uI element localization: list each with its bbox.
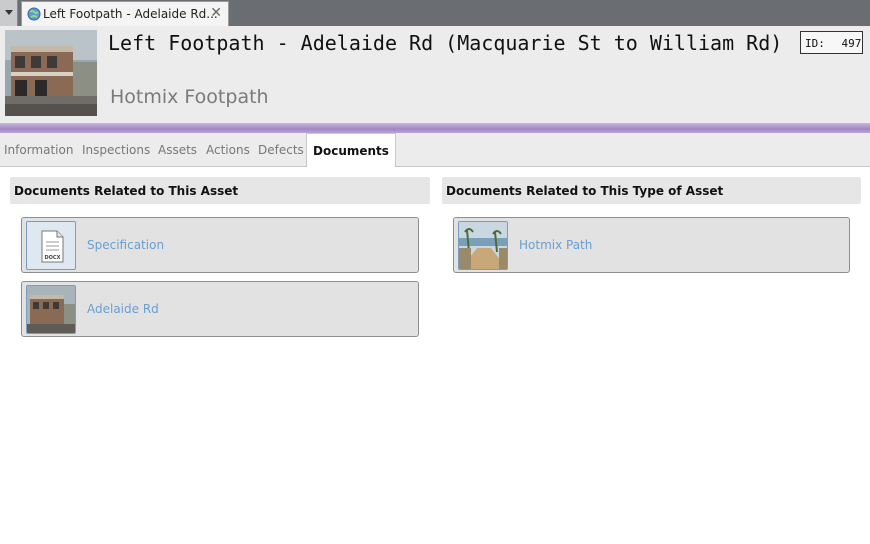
tab-documents[interactable]: Documents: [306, 133, 396, 167]
window-tab-strip: Left Footpath - Adelaide Rd... ✕: [0, 0, 870, 26]
asset-id-badge: ID: 497: [800, 31, 863, 54]
tab-defects[interactable]: Defects: [258, 143, 304, 157]
close-icon[interactable]: ✕: [210, 5, 222, 21]
document-card-adelaide-rd[interactable]: Adelaide Rd: [21, 281, 419, 337]
asset-documents-heading: Documents Related to This Asset: [10, 177, 430, 204]
document-link-specification[interactable]: Specification: [87, 238, 164, 252]
tab-actions[interactable]: Actions: [206, 143, 250, 157]
path-photo-thumbnail: [458, 221, 508, 270]
asset-type-documents-heading: Documents Related to This Type of Asset: [442, 177, 861, 204]
tab-information[interactable]: Information: [4, 143, 73, 157]
asset-header: Left Footpath - Adelaide Rd (Macquarie S…: [0, 26, 870, 123]
docx-file-icon: DOCX: [26, 221, 76, 270]
page-title: Left Footpath - Adelaide Rd (Macquarie S…: [108, 31, 783, 55]
tab-list-dropdown-button[interactable]: [0, 0, 18, 26]
chevron-down-icon: [5, 10, 13, 15]
asset-type-subtitle: Hotmix Footpath: [110, 86, 269, 108]
file-type-badge: DOCX: [45, 255, 61, 261]
globe-icon: [27, 7, 41, 21]
document-card-hotmix-path[interactable]: Hotmix Path: [453, 217, 850, 273]
asset-id-value: 497: [841, 37, 862, 50]
document-card-specification[interactable]: DOCX Specification: [21, 217, 419, 273]
document-tab-title: Left Footpath - Adelaide Rd...: [43, 7, 218, 21]
building-photo-thumbnail: [26, 285, 76, 334]
asset-photo[interactable]: [5, 30, 97, 116]
header-accent-band: [0, 123, 870, 133]
tab-assets[interactable]: Assets: [158, 143, 197, 157]
document-link-hotmix-path[interactable]: Hotmix Path: [519, 238, 592, 252]
document-tab[interactable]: Left Footpath - Adelaide Rd... ✕: [21, 1, 229, 26]
document-link-adelaide-rd[interactable]: Adelaide Rd: [87, 302, 159, 316]
asset-id-label: ID:: [805, 37, 825, 50]
tab-inspections[interactable]: Inspections: [82, 143, 150, 157]
section-tabs: Information Inspections Assets Actions D…: [0, 133, 870, 167]
